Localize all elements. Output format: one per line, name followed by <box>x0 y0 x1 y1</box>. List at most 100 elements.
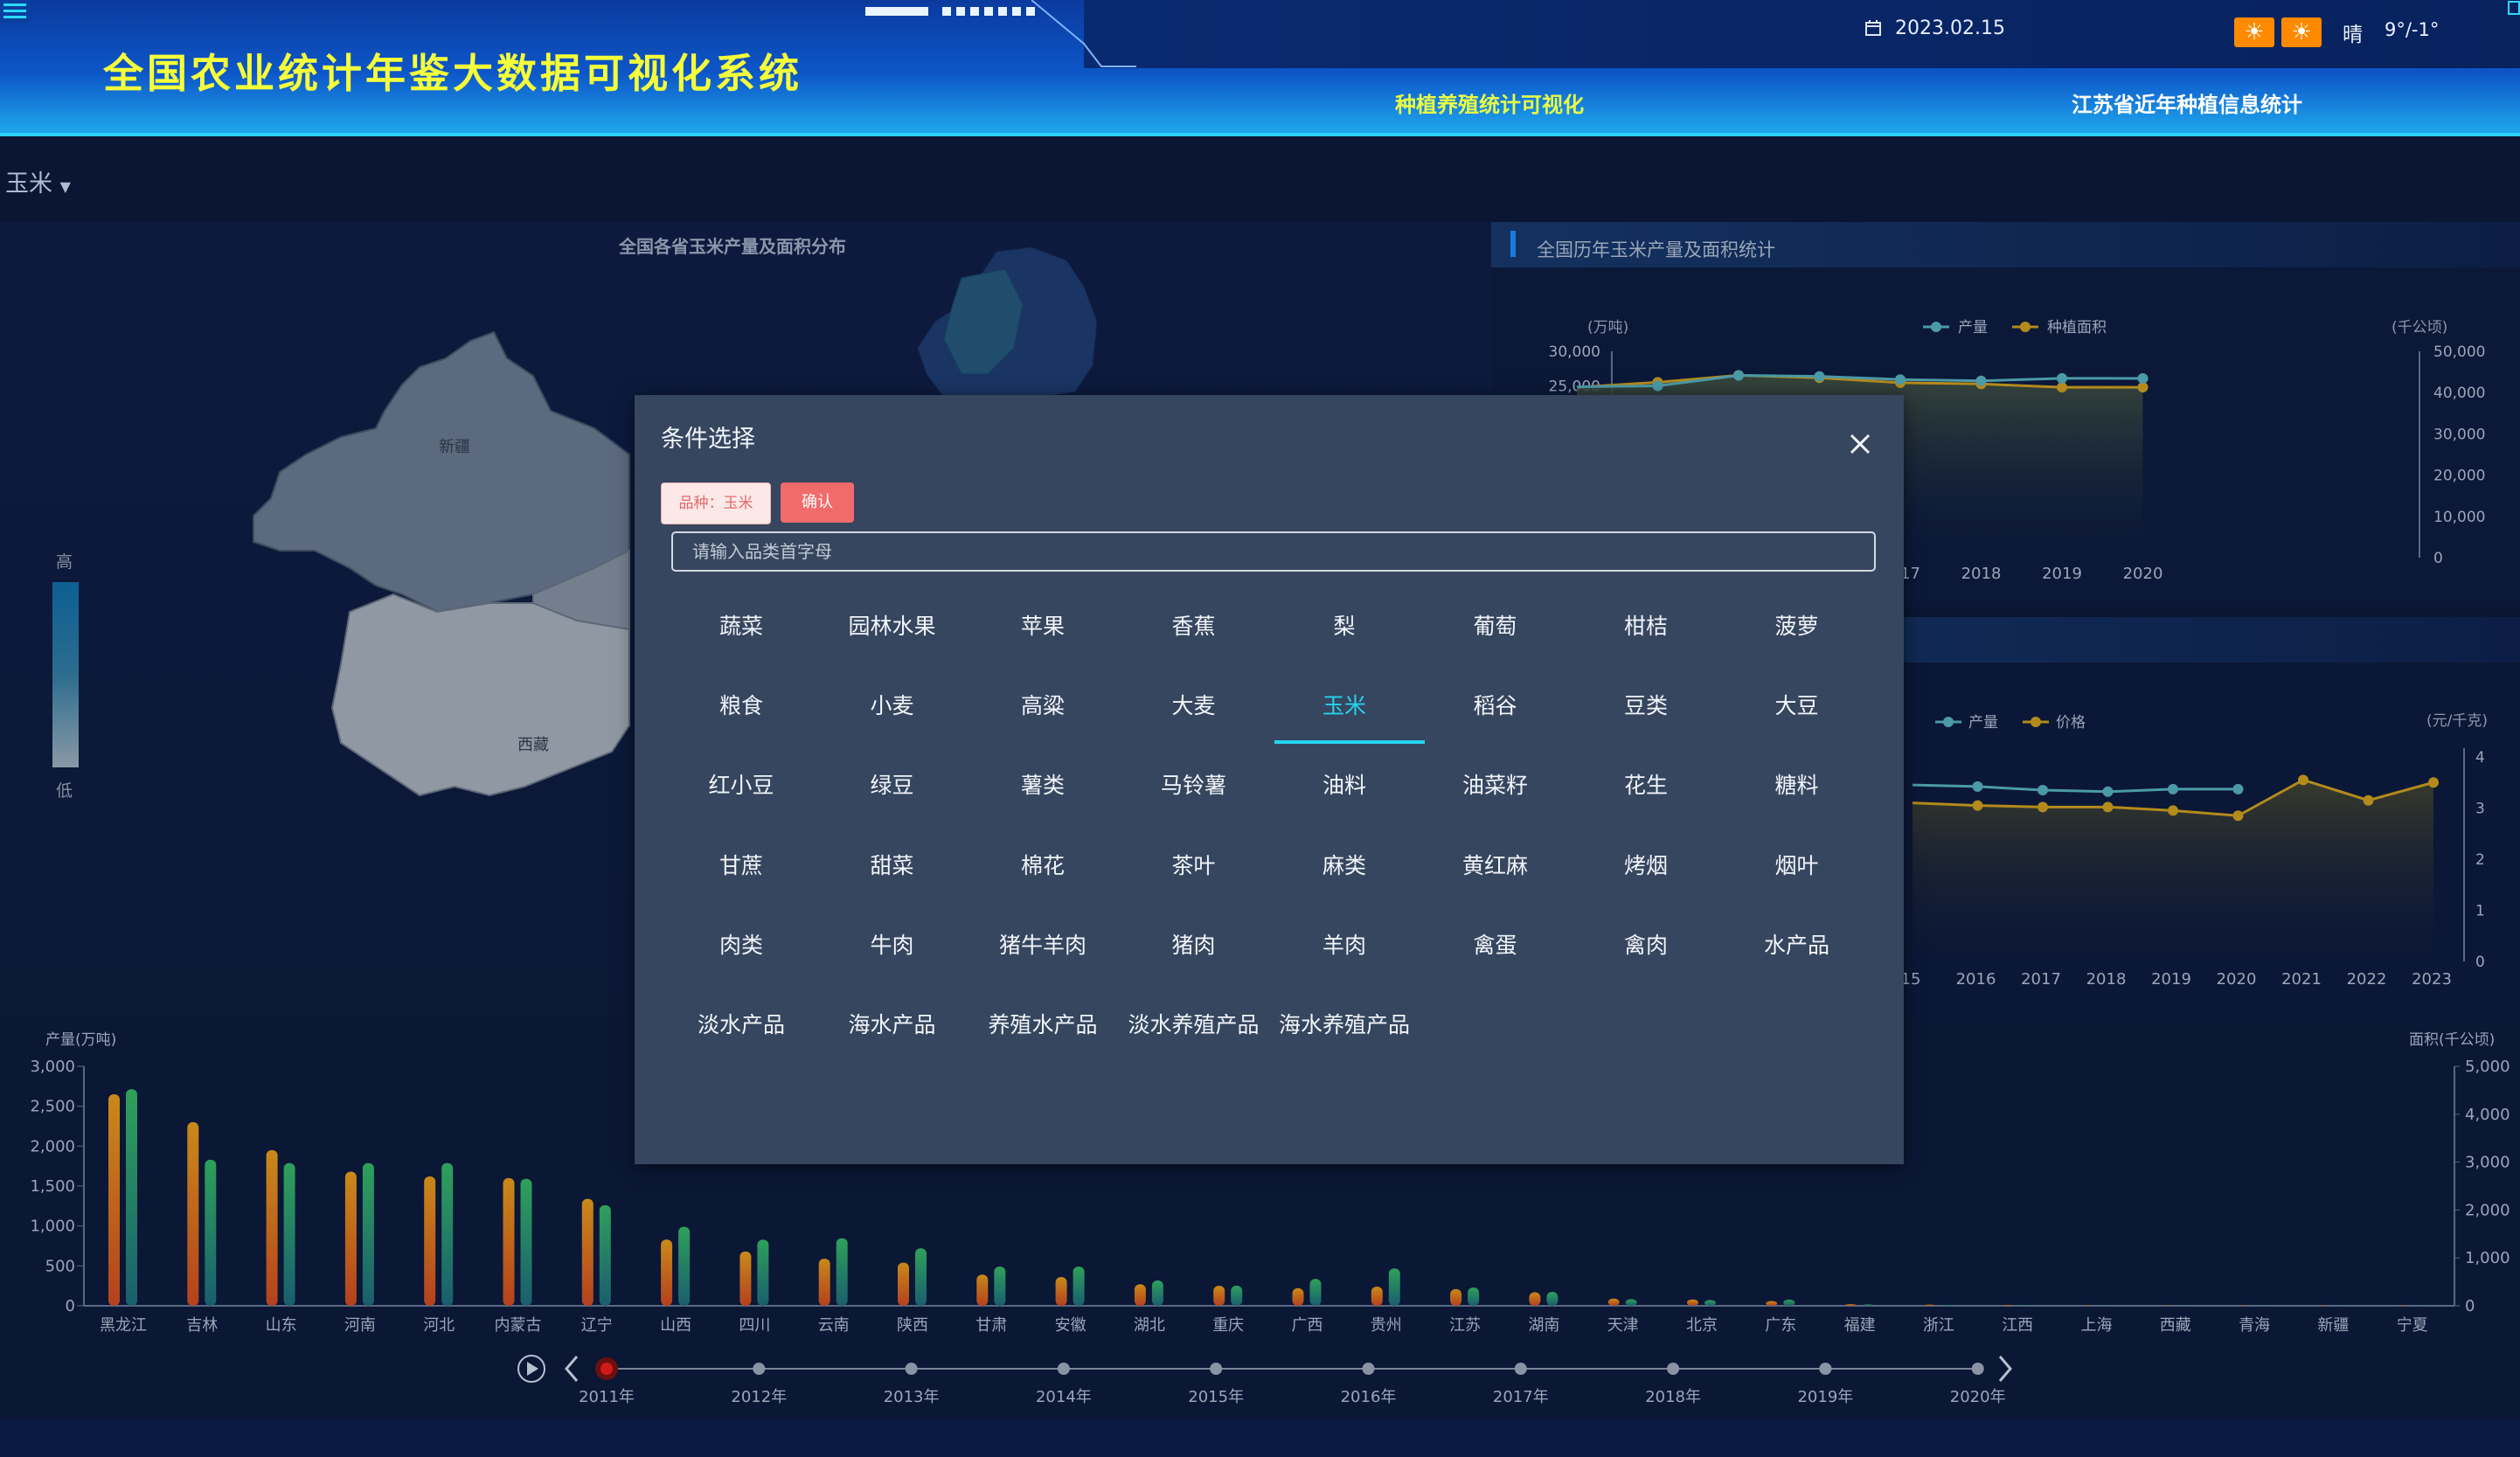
category-option[interactable]: 海水产品 <box>817 1008 968 1039</box>
y-tick-right: 2 <box>2475 851 2485 869</box>
menu-icon[interactable] <box>0 0 30 23</box>
category-option[interactable]: 黄红麻 <box>1420 849 1571 880</box>
bar-production <box>108 1093 120 1306</box>
category-option[interactable]: 肉类 <box>666 928 816 960</box>
y-tick-right: 5,000 <box>2465 1058 2510 1076</box>
data-point <box>2137 372 2149 384</box>
data-point <box>2102 786 2114 797</box>
category-option[interactable]: 淡水产品 <box>666 1008 816 1039</box>
bar-production <box>2003 1305 2015 1306</box>
close-icon[interactable] <box>1846 430 1874 458</box>
caret-down-icon: ▼ <box>59 178 71 195</box>
category-option[interactable]: 大豆 <box>1722 689 1872 720</box>
category-option[interactable]: 淡水养殖产品 <box>1119 1008 1269 1039</box>
category-option[interactable]: 豆类 <box>1571 689 1721 720</box>
category-option[interactable]: 油料 <box>1269 768 1420 800</box>
x-tick-label: 青海 <box>2239 1316 2270 1335</box>
y-tick-right: 10,000 <box>2433 509 2485 526</box>
category-option[interactable]: 大麦 <box>1119 689 1269 720</box>
chart-legend: 产量 价格 <box>1935 714 2086 732</box>
map-region-xinjiang <box>253 330 630 614</box>
category-option[interactable]: 牛肉 <box>817 928 968 960</box>
category-option[interactable]: 红小豆 <box>666 768 816 800</box>
weather-text: 晴 <box>2343 24 2363 46</box>
legend-label: 种植面积 <box>2047 319 2107 336</box>
category-option[interactable]: 葡萄 <box>1420 609 1571 641</box>
bar-production <box>818 1259 830 1306</box>
category-option[interactable]: 粮食 <box>666 689 816 720</box>
x-tick-label: 2020 <box>2217 970 2257 989</box>
category-option[interactable]: 海水养殖产品 <box>1269 1008 1420 1039</box>
title-mark <box>1510 231 1516 257</box>
category-option[interactable]: 高粱 <box>968 689 1118 720</box>
x-tick-label: 上海 <box>2081 1316 2113 1335</box>
x-tick-label: 吉林 <box>186 1316 218 1335</box>
category-option[interactable]: 甜菜 <box>817 849 968 880</box>
nav-tab-jiangsu-planting[interactable]: 江苏省近年种植信息统计 <box>2072 87 2302 118</box>
category-option[interactable]: 梨 <box>1269 609 1420 641</box>
data-point <box>1972 800 1983 811</box>
variety-select[interactable]: 玉米 ▼ <box>5 164 71 198</box>
confirm-button[interactable]: 确认 <box>781 482 854 523</box>
category-option[interactable]: 猪肉 <box>1119 928 1269 960</box>
category-option[interactable]: 水产品 <box>1722 928 1872 960</box>
nav-tab-planting-breeding[interactable]: 种植养殖统计可视化 <box>1395 87 1584 118</box>
category-search-input[interactable] <box>671 531 1876 572</box>
x-tick-label: 陕西 <box>897 1316 928 1335</box>
selected-category-underline <box>1274 740 1425 744</box>
bar-area <box>836 1238 848 1306</box>
category-option[interactable]: 稻谷 <box>1420 689 1571 720</box>
category-option[interactable]: 茶叶 <box>1119 849 1269 880</box>
china-map[interactable]: 新疆 西藏 <box>245 236 647 813</box>
bar-area <box>757 1239 769 1306</box>
category-option[interactable]: 马铃薯 <box>1119 768 1269 800</box>
category-option[interactable]: 棉花 <box>968 849 1118 880</box>
category-option[interactable]: 糖料 <box>1722 768 1872 800</box>
bar-production <box>898 1262 909 1306</box>
category-option[interactable]: 烤烟 <box>1571 849 1721 880</box>
selected-variety-chip[interactable]: 品种：玉米 <box>661 482 771 524</box>
category-option[interactable]: 菠萝 <box>1722 609 1872 641</box>
category-option[interactable]: 甘蔗 <box>666 849 816 880</box>
timeline-node <box>753 1363 766 1375</box>
bar-production <box>1055 1277 1067 1306</box>
data-point <box>2232 783 2244 794</box>
x-tick-label: 湖南 <box>1528 1316 1559 1335</box>
category-option[interactable]: 禽肉 <box>1571 928 1721 960</box>
category-option[interactable]: 养殖水产品 <box>968 1008 1118 1039</box>
bar-production <box>739 1251 752 1306</box>
category-option[interactable]: 苹果 <box>968 609 1118 641</box>
category-option[interactable]: 禽蛋 <box>1420 928 1571 960</box>
y-tick-left: 30,000 <box>1549 343 1600 361</box>
data-point <box>2168 805 2178 816</box>
bar-production <box>1529 1292 1541 1306</box>
category-option[interactable]: 薯类 <box>968 768 1118 800</box>
category-option[interactable]: 猪牛羊肉 <box>968 928 1118 960</box>
map-region-northeast[interactable] <box>909 243 1101 397</box>
x-tick-label: 新疆 <box>2317 1316 2349 1335</box>
category-option[interactable]: 烟叶 <box>1722 849 1872 880</box>
bar-area <box>441 1162 454 1306</box>
category-option[interactable]: 麻类 <box>1269 849 1420 880</box>
category-option[interactable]: 玉米 <box>1269 689 1420 720</box>
x-tick-label: 甘肃 <box>975 1316 1007 1335</box>
x-tick-label: 2016 <box>1956 970 1996 989</box>
category-option[interactable]: 蔬菜 <box>666 609 816 641</box>
y-tick-right: 30,000 <box>2433 426 2485 443</box>
year-timeline[interactable]: 2011年 2012年 2013年 2014年 2015年 2016年 2017年 2018年… <box>489 1341 2063 1411</box>
y-axis-right-label: (千公顷) <box>2392 319 2447 336</box>
x-tick-label: 安徽 <box>1055 1316 1086 1335</box>
category-option[interactable]: 柑桔 <box>1571 609 1721 641</box>
x-tick-label: 2019 <box>2151 970 2191 989</box>
category-option[interactable]: 绿豆 <box>817 768 968 800</box>
category-option[interactable]: 花生 <box>1571 768 1721 800</box>
category-option[interactable]: 园林水果 <box>817 609 968 641</box>
category-option[interactable]: 羊肉 <box>1269 928 1420 960</box>
x-tick-label: 广东 <box>1765 1316 1796 1335</box>
category-option[interactable]: 香蕉 <box>1119 609 1269 641</box>
play-icon <box>517 1355 545 1383</box>
category-option[interactable]: 油菜籽 <box>1420 768 1571 800</box>
data-point <box>1733 370 1744 381</box>
category-option[interactable]: 小麦 <box>817 689 968 720</box>
x-tick-label: 辽宁 <box>581 1316 613 1335</box>
